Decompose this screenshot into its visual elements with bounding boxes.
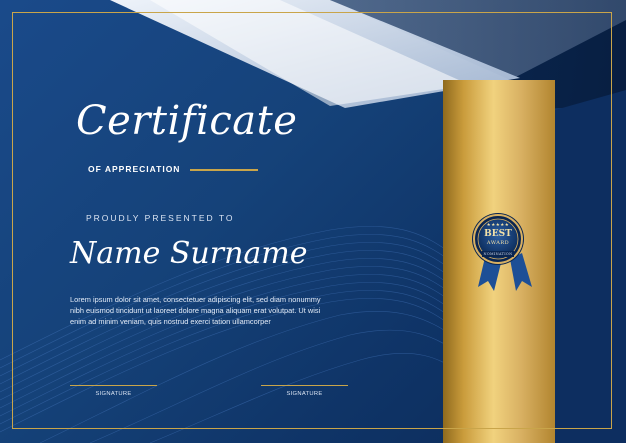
badge-line2: AWARD <box>486 240 510 246</box>
presented-label: PROUDLY PRESENTED TO <box>86 213 235 223</box>
certificate: Certificate OF APPRECIATION PROUDLY PRES… <box>0 0 626 443</box>
signature-line-right <box>261 385 348 386</box>
badge-stars: ★★★★★ <box>486 223 510 228</box>
body-text: Lorem ipsum dolor sit amet, consectetuer… <box>70 295 321 326</box>
signature-line-left <box>70 385 157 386</box>
certificate-subtitle: OF APPRECIATION <box>88 164 181 174</box>
subtitle-underline <box>190 169 258 171</box>
badge-line1: BEST <box>484 229 512 239</box>
badge-caption: NOMINATION <box>483 252 513 256</box>
recipient-name: Name Surname <box>70 236 308 271</box>
award-badge: ★★★★★ BEST AWARD NOMINATION <box>472 213 540 293</box>
signature-label-left: SIGNATURE <box>95 391 132 397</box>
certificate-title: Certificate <box>76 98 298 144</box>
signature-label-right: SIGNATURE <box>286 391 323 397</box>
